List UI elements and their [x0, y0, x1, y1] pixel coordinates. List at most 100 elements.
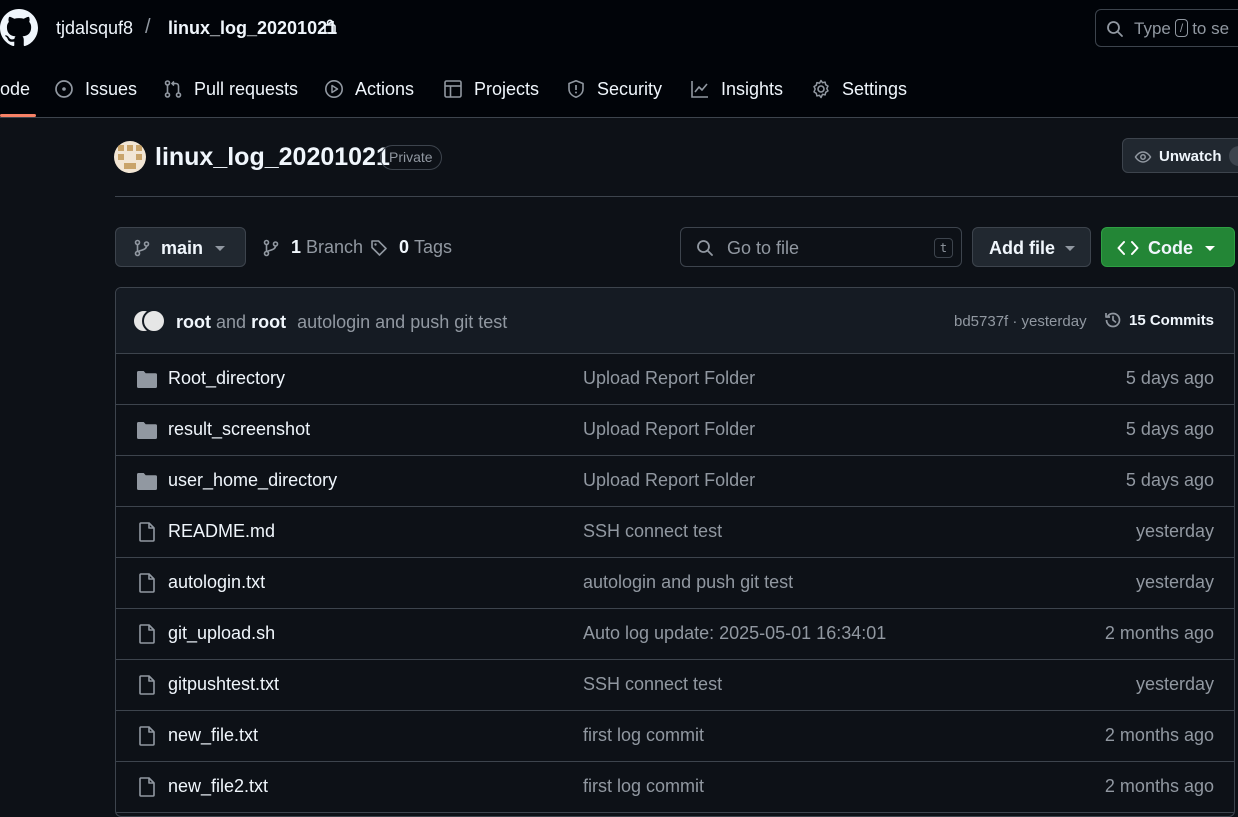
file-row[interactable]: git_upload.sh Auto log update: 2025-05-01… [116, 609, 1234, 660]
tab-insights[interactable]: Insights [690, 76, 783, 102]
commit-count-label: 15 Commits [1129, 311, 1215, 329]
file-name-link[interactable]: Root_directory [168, 368, 285, 389]
active-tab-indicator [0, 114, 36, 117]
file-row[interactable]: autologin.txt autologin and push git test… [116, 558, 1234, 609]
folder-icon [136, 420, 158, 440]
chevron-down-icon [1065, 246, 1075, 251]
tab-actions-label: Actions [355, 78, 415, 99]
file-commit-message[interactable]: Upload Report Folder [583, 419, 755, 440]
file-commit-date: 2 months ago [1104, 776, 1214, 796]
tab-actions[interactable]: Actions [324, 76, 414, 102]
file-commit-message[interactable]: first log commit [583, 776, 704, 797]
file-commit-message[interactable]: Upload Report Folder [583, 368, 755, 389]
tab-projects[interactable]: Projects [443, 76, 539, 102]
commit-sha-time[interactable]: bd5737f · yesterday [954, 313, 1087, 330]
branch-name: main [161, 238, 204, 258]
commit-coauthor[interactable]: root [251, 312, 286, 332]
file-commit-message[interactable]: SSH connect test [583, 521, 722, 542]
add-file-button[interactable]: Add file [972, 227, 1091, 267]
file-commit-message[interactable]: autologin and push git test [583, 572, 793, 593]
file-name-link[interactable]: result_screenshot [168, 419, 310, 440]
watch-count-badge [1229, 146, 1238, 166]
file-row[interactable]: new_file.txt first log commit 2 months ago [116, 711, 1234, 762]
tab-settings[interactable]: Settings [811, 76, 907, 102]
file-name-link[interactable]: new_file.txt [168, 725, 258, 746]
repo-owner-avatar[interactable] [114, 141, 146, 173]
pull-request-icon [164, 80, 182, 98]
global-header: tjdalsquf8 / linux_log_20201021 Type / to … [0, 0, 1238, 118]
file-commit-date: yesterday [1135, 521, 1214, 541]
file-name-link[interactable]: new_file2.txt [168, 776, 268, 797]
file-commit-message[interactable]: SSH connect test [583, 674, 722, 695]
breadcrumb-repo[interactable]: linux_log_20201021 [168, 18, 337, 39]
file-name-link[interactable]: git_upload.sh [168, 623, 275, 644]
file-name-link[interactable]: README.md [168, 521, 275, 542]
file-icon [136, 777, 158, 797]
identicon-image [114, 141, 146, 173]
divider [115, 196, 1238, 197]
play-icon [325, 80, 343, 98]
github-logo-icon[interactable] [0, 9, 38, 47]
eye-icon [1134, 151, 1152, 163]
file-commit-message[interactable]: Upload Report Folder [583, 470, 755, 491]
repo-title[interactable]: linux_log_20201021 [155, 143, 390, 172]
file-commit-date: 2 months ago [1104, 725, 1214, 745]
tab-code-label: ode [0, 78, 31, 99]
commits-link[interactable]: 15 Commits [1103, 310, 1214, 330]
code-brackets-icon [1117, 241, 1139, 255]
go-to-file-input[interactable]: Go to file t [680, 227, 962, 267]
file-commit-date: 2 months ago [1104, 623, 1214, 643]
latest-commit-bar: root and root autologin and push git tes… [116, 288, 1234, 354]
tab-pull-requests-label: Pull requests [194, 78, 299, 99]
tag-icon [371, 239, 387, 256]
table-icon [444, 80, 462, 98]
coauthor-avatar[interactable] [142, 309, 166, 333]
graph-icon [691, 81, 708, 98]
tags-link[interactable]: 0 Tags [370, 237, 452, 258]
global-search-input[interactable]: Type / to se [1095, 9, 1238, 47]
tab-code[interactable]: ode [0, 76, 30, 102]
code-button[interactable]: Code [1101, 227, 1235, 267]
file-row[interactable]: new_file2.txt first log commit 2 months ag… [116, 762, 1234, 813]
branch-select-button[interactable]: main [115, 227, 246, 267]
commit-author[interactable]: root [176, 312, 211, 332]
commit-summary: root and root autologin and push git tes… [176, 312, 507, 333]
search-icon [1107, 21, 1123, 37]
file-row[interactable]: README.md SSH connect test yesterday [116, 507, 1234, 558]
file-row[interactable]: result_screenshot Upload Report Folder 5 d… [116, 405, 1234, 456]
file-name-link[interactable]: user_home_directory [168, 470, 337, 491]
tab-issues[interactable]: Issues [54, 76, 137, 102]
tab-pull-requests[interactable]: Pull requests [163, 76, 298, 102]
file-commit-date: 5 days ago [1125, 419, 1214, 439]
tab-security[interactable]: Security [566, 76, 662, 102]
file-icon [136, 675, 158, 695]
branch-count: 1 [291, 237, 302, 257]
file-commit-message[interactable]: Auto log update: 2025-05-01 16:34:01 [583, 623, 886, 644]
tag-count-label: Tags [414, 237, 453, 257]
file-name-link[interactable]: gitpushtest.txt [168, 674, 279, 695]
tab-insights-label: Insights [721, 78, 784, 99]
branch-count-label: Branch [306, 237, 364, 257]
go-to-file-shortcut-key: t [934, 238, 953, 258]
chevron-down-icon [1205, 246, 1215, 251]
folder-icon [136, 471, 158, 491]
unwatch-button[interactable]: Unwatch [1122, 138, 1238, 173]
code-label: Code [1148, 238, 1193, 258]
file-row[interactable]: gitpushtest.txt SSH connect test yesterday [116, 660, 1234, 711]
tag-count: 0 [399, 237, 410, 257]
breadcrumb-owner[interactable]: tjdalsquf8 [56, 18, 133, 39]
file-row[interactable]: user_home_directory Upload Report Folder 5… [116, 456, 1234, 507]
folder-icon [136, 369, 158, 389]
tab-security-label: Security [597, 78, 663, 99]
file-icon [136, 522, 158, 542]
visibility-badge: Private [380, 145, 442, 170]
file-row[interactable]: Root_directory Upload Report Folder 5 days… [116, 354, 1234, 405]
file-commit-date: yesterday [1135, 674, 1214, 694]
history-icon [1105, 312, 1121, 328]
tab-projects-label: Projects [474, 78, 540, 99]
branches-link[interactable]: 1 Branch [262, 237, 363, 258]
file-commit-message[interactable]: first log commit [583, 725, 704, 746]
issue-icon [55, 80, 73, 98]
commit-message[interactable]: autologin and push git test [297, 312, 507, 332]
file-name-link[interactable]: autologin.txt [168, 572, 265, 593]
